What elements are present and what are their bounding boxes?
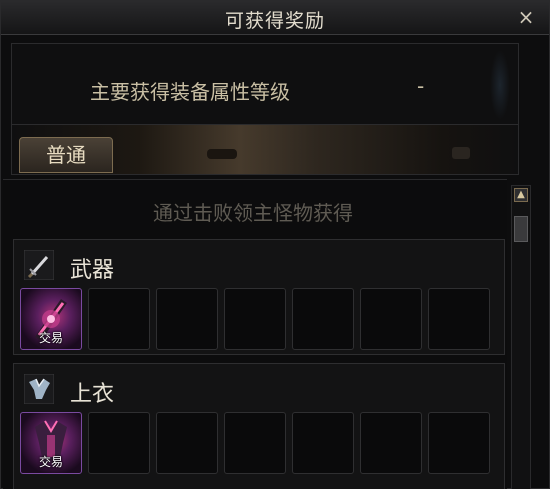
category-top-armor: 上衣 交易 bbox=[13, 363, 505, 489]
category-weapon: 武器 交易 bbox=[13, 239, 505, 355]
item-slot[interactable] bbox=[360, 288, 422, 350]
window-title: 可获得奖励 bbox=[224, 10, 325, 32]
armor-top-icon bbox=[24, 374, 54, 404]
attribute-level-panel: 主要获得装备属性等级 - bbox=[11, 43, 519, 125]
item-slot[interactable] bbox=[156, 412, 218, 474]
background-decoration bbox=[207, 149, 237, 159]
attribute-level-label: 主要获得装备属性等级 bbox=[90, 80, 290, 104]
item-slot[interactable] bbox=[292, 412, 354, 474]
scroll-up-button[interactable]: ▲ bbox=[514, 188, 528, 202]
close-icon[interactable]: × bbox=[515, 5, 537, 29]
item-slot[interactable] bbox=[224, 288, 286, 350]
title-bar[interactable]: 可获得奖励 × bbox=[1, 1, 549, 35]
item-slot[interactable] bbox=[428, 288, 490, 350]
item-slot[interactable] bbox=[224, 412, 286, 474]
item-slot[interactable] bbox=[292, 288, 354, 350]
scrollbar[interactable]: ▲ bbox=[511, 185, 531, 489]
sword-icon bbox=[24, 250, 54, 280]
attribute-level-value: - bbox=[417, 74, 425, 98]
item-slot[interactable] bbox=[428, 412, 490, 474]
background-decoration bbox=[452, 147, 470, 159]
panel-decoration bbox=[490, 50, 510, 120]
item-slot-row: 交易 bbox=[20, 288, 500, 352]
item-slot[interactable] bbox=[88, 288, 150, 350]
item-slot-row: 交易 bbox=[20, 412, 500, 476]
item-slot[interactable] bbox=[360, 412, 422, 474]
tab-normal[interactable]: 普通 bbox=[19, 137, 113, 173]
scroll-thumb[interactable] bbox=[514, 216, 528, 242]
trade-tag: 交易 bbox=[38, 455, 63, 469]
item-slot[interactable] bbox=[88, 412, 150, 474]
item-slot[interactable]: 交易 bbox=[20, 288, 82, 350]
item-slot[interactable] bbox=[156, 288, 218, 350]
source-description: 通过击败领主怪物获得 bbox=[153, 201, 353, 225]
item-slot[interactable]: 交易 bbox=[20, 412, 82, 474]
reward-window: 可获得奖励 × 主要获得装备属性等级 - 普通 通过击败领主怪物获得 ▲ 武器 bbox=[0, 0, 550, 489]
category-name: 武器 bbox=[70, 258, 115, 283]
category-name: 上衣 bbox=[70, 382, 115, 407]
trade-tag: 交易 bbox=[38, 331, 63, 345]
